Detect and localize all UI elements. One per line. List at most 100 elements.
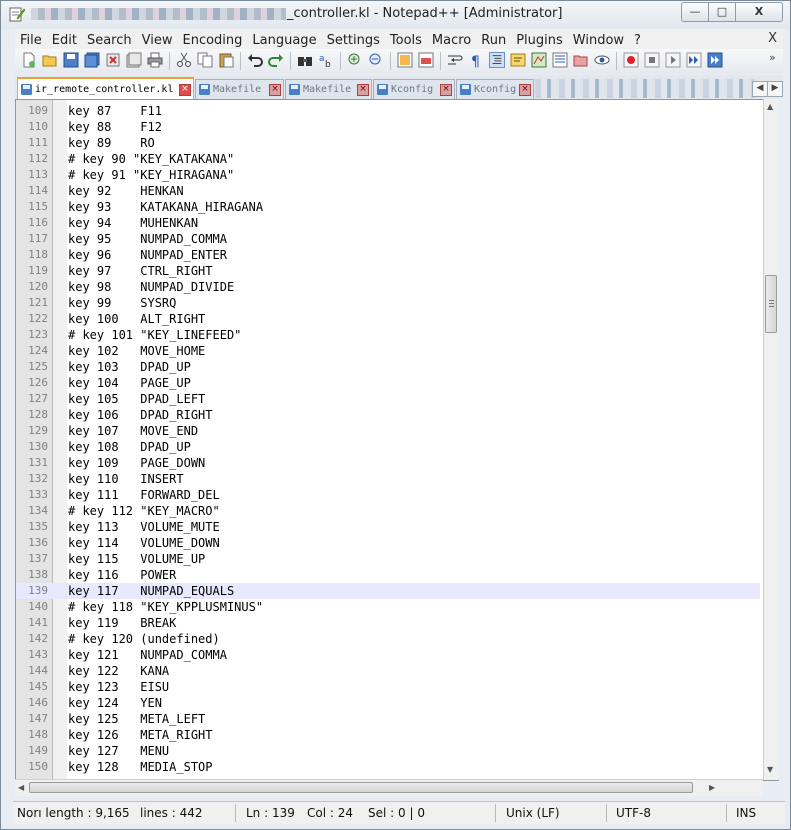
tab-close-icon[interactable]: × xyxy=(269,84,281,96)
code-line[interactable]: 123 # key 101 "KEY_LINEFEED" xyxy=(16,327,760,343)
menu-macro[interactable]: Macro xyxy=(427,31,476,51)
line-text[interactable]: # key 112 "KEY_MACRO" xyxy=(68,503,220,519)
code-line[interactable]: 119 key 97 CTRL_RIGHT xyxy=(16,263,760,279)
menu-window[interactable]: Window xyxy=(568,31,629,51)
menu-run[interactable]: Run xyxy=(476,31,511,51)
replace-icon[interactable]: ab xyxy=(318,52,334,68)
line-text[interactable]: key 105 DPAD_LEFT xyxy=(68,391,205,407)
line-text[interactable]: key 97 CTRL_RIGHT xyxy=(68,263,213,279)
code-line[interactable]: 139 key 117 NUMPAD_EQUALS xyxy=(16,583,760,599)
line-text[interactable]: key 124 YEN xyxy=(68,695,162,711)
save-macro-icon[interactable] xyxy=(707,52,723,68)
menu-search[interactable]: Search xyxy=(82,31,137,51)
menu-settings[interactable]: Settings xyxy=(322,31,385,51)
redo-icon[interactable] xyxy=(268,52,284,68)
document-map-icon[interactable] xyxy=(531,52,547,68)
code-line[interactable]: 147 key 125 META_LEFT xyxy=(16,711,760,727)
line-text[interactable]: # key 120 (undefined) xyxy=(68,631,220,647)
horizontal-scroll-thumb[interactable] xyxy=(29,782,693,793)
vertical-scroll-thumb[interactable] xyxy=(765,275,777,333)
line-text[interactable]: key 99 SYSRQ xyxy=(68,295,176,311)
menu-tools[interactable]: Tools xyxy=(385,31,427,51)
editor-area[interactable]: 109 key 87 F11 110 key 88 F12 111 key 89 RO 11… xyxy=(15,99,779,781)
code-line[interactable]: 141 key 119 BREAK xyxy=(16,615,760,631)
blurred-tabs[interactable] xyxy=(535,79,755,98)
code-line[interactable]: 144 key 122 KANA xyxy=(16,663,760,679)
code-line[interactable]: 125 key 103 DPAD_UP xyxy=(16,359,760,375)
tab-kconfig-1[interactable]: Kconfig × xyxy=(373,79,455,99)
line-text[interactable]: # key 90 "KEY_KATAKANA" xyxy=(68,151,234,167)
code-line[interactable]: 146 key 124 YEN xyxy=(16,695,760,711)
line-text[interactable]: key 96 NUMPAD_ENTER xyxy=(68,247,227,263)
code-line[interactable]: 149 key 127 MENU xyxy=(16,743,760,759)
code-line[interactable]: 150 key 128 MEDIA_STOP xyxy=(16,759,760,775)
copy-icon[interactable] xyxy=(197,52,213,68)
code-line[interactable]: 121 key 99 SYSRQ xyxy=(16,295,760,311)
code-line[interactable]: 145 key 123 EISU xyxy=(16,679,760,695)
tab-close-icon[interactable]: × xyxy=(179,84,191,96)
tab-scroll-left-icon[interactable]: ◀ xyxy=(752,81,768,97)
code-line[interactable]: 114 key 92 HENKAN xyxy=(16,183,760,199)
line-text[interactable]: key 122 KANA xyxy=(68,663,169,679)
find-icon[interactable] xyxy=(297,52,313,68)
code-line[interactable]: 132 key 110 INSERT xyxy=(16,471,760,487)
tab-scroll-right-icon[interactable]: ▶ xyxy=(767,81,783,97)
menu-edit[interactable]: Edit xyxy=(47,31,82,51)
line-text[interactable]: key 107 MOVE_END xyxy=(68,423,198,439)
line-text[interactable]: # key 91 "KEY_HIRAGANA" xyxy=(68,167,234,183)
status-encoding[interactable]: UTF-8 xyxy=(616,802,651,824)
code-line[interactable]: 112 # key 90 "KEY_KATAKANA" xyxy=(16,151,760,167)
indent-guide-icon[interactable] xyxy=(489,52,505,68)
code-line[interactable]: 116 key 94 MUHENKAN xyxy=(16,215,760,231)
line-text[interactable]: # key 118 "KEY_KPPLUSMINUS" xyxy=(68,599,263,615)
line-text[interactable]: key 116 POWER xyxy=(68,567,176,583)
close-window-button[interactable]: X xyxy=(735,2,783,22)
line-text[interactable]: key 115 VOLUME_UP xyxy=(68,551,205,567)
code-line[interactable]: 138 key 116 POWER xyxy=(16,567,760,583)
code-line[interactable]: 135 key 113 VOLUME_MUTE xyxy=(16,519,760,535)
code-line[interactable]: 128 key 106 DPAD_RIGHT xyxy=(16,407,760,423)
tab-ir-remote-controller[interactable]: ir_remote_controller.kl × xyxy=(17,77,194,101)
line-text[interactable]: key 128 MEDIA_STOP xyxy=(68,759,213,775)
tab-close-icon[interactable]: × xyxy=(440,84,452,96)
tab-makefile-2[interactable]: Makefile × xyxy=(285,79,372,99)
line-text[interactable]: key 111 FORWARD_DEL xyxy=(68,487,220,503)
line-text[interactable]: key 88 F12 xyxy=(68,119,162,135)
tab-close-icon[interactable]: × xyxy=(519,84,531,96)
undo-icon[interactable] xyxy=(247,52,263,68)
code-line[interactable]: 118 key 96 NUMPAD_ENTER xyxy=(16,247,760,263)
close-document-button[interactable]: X xyxy=(768,29,777,49)
code-line[interactable]: 126 key 104 PAGE_UP xyxy=(16,375,760,391)
line-text[interactable]: key 100 ALT_RIGHT xyxy=(68,311,205,327)
code-line[interactable]: 122 key 100 ALT_RIGHT xyxy=(16,311,760,327)
maximize-button[interactable]: □ xyxy=(708,2,736,22)
line-text[interactable]: key 92 HENKAN xyxy=(68,183,184,199)
close-all-icon[interactable] xyxy=(126,52,142,68)
scroll-left-icon[interactable]: ◀ xyxy=(18,783,24,792)
tab-close-icon[interactable]: × xyxy=(357,84,369,96)
status-insert-mode[interactable]: INS xyxy=(736,802,756,824)
code-line[interactable]: 110 key 88 F12 xyxy=(16,119,760,135)
line-text[interactable]: key 108 DPAD_UP xyxy=(68,439,191,455)
sync-horizontal-icon[interactable] xyxy=(418,52,434,68)
minimize-button[interactable]: — xyxy=(681,2,709,22)
line-text[interactable]: key 87 F11 xyxy=(68,103,162,119)
code-line[interactable]: 115 key 93 KATAKANA_HIRAGANA xyxy=(16,199,760,215)
code-line[interactable]: 129 key 107 MOVE_END xyxy=(16,423,760,439)
menu-plugins[interactable]: Plugins xyxy=(511,31,568,51)
title-bar[interactable]: _controller.kl - Notepad++ [Administrato… xyxy=(1,1,790,29)
folder-as-workspace-icon[interactable] xyxy=(573,52,589,68)
menu-help[interactable]: ? xyxy=(629,31,646,51)
line-text[interactable]: key 93 KATAKANA_HIRAGANA xyxy=(68,199,263,215)
scroll-down-icon[interactable]: ▼ xyxy=(767,765,773,774)
user-defined-language-icon[interactable] xyxy=(510,52,526,68)
code-line[interactable]: 136 key 114 VOLUME_DOWN xyxy=(16,535,760,551)
line-text[interactable]: key 106 DPAD_RIGHT xyxy=(68,407,213,423)
code-line[interactable]: 134 # key 112 "KEY_MACRO" xyxy=(16,503,760,519)
code-line[interactable]: 117 key 95 NUMPAD_COMMA xyxy=(16,231,760,247)
line-text[interactable]: key 125 META_LEFT xyxy=(68,711,205,727)
sync-vertical-icon[interactable] xyxy=(397,52,413,68)
run-macro-multiple-icon[interactable] xyxy=(686,52,702,68)
new-file-icon[interactable] xyxy=(21,52,37,68)
code-line[interactable]: 113 # key 91 "KEY_HIRAGANA" xyxy=(16,167,760,183)
